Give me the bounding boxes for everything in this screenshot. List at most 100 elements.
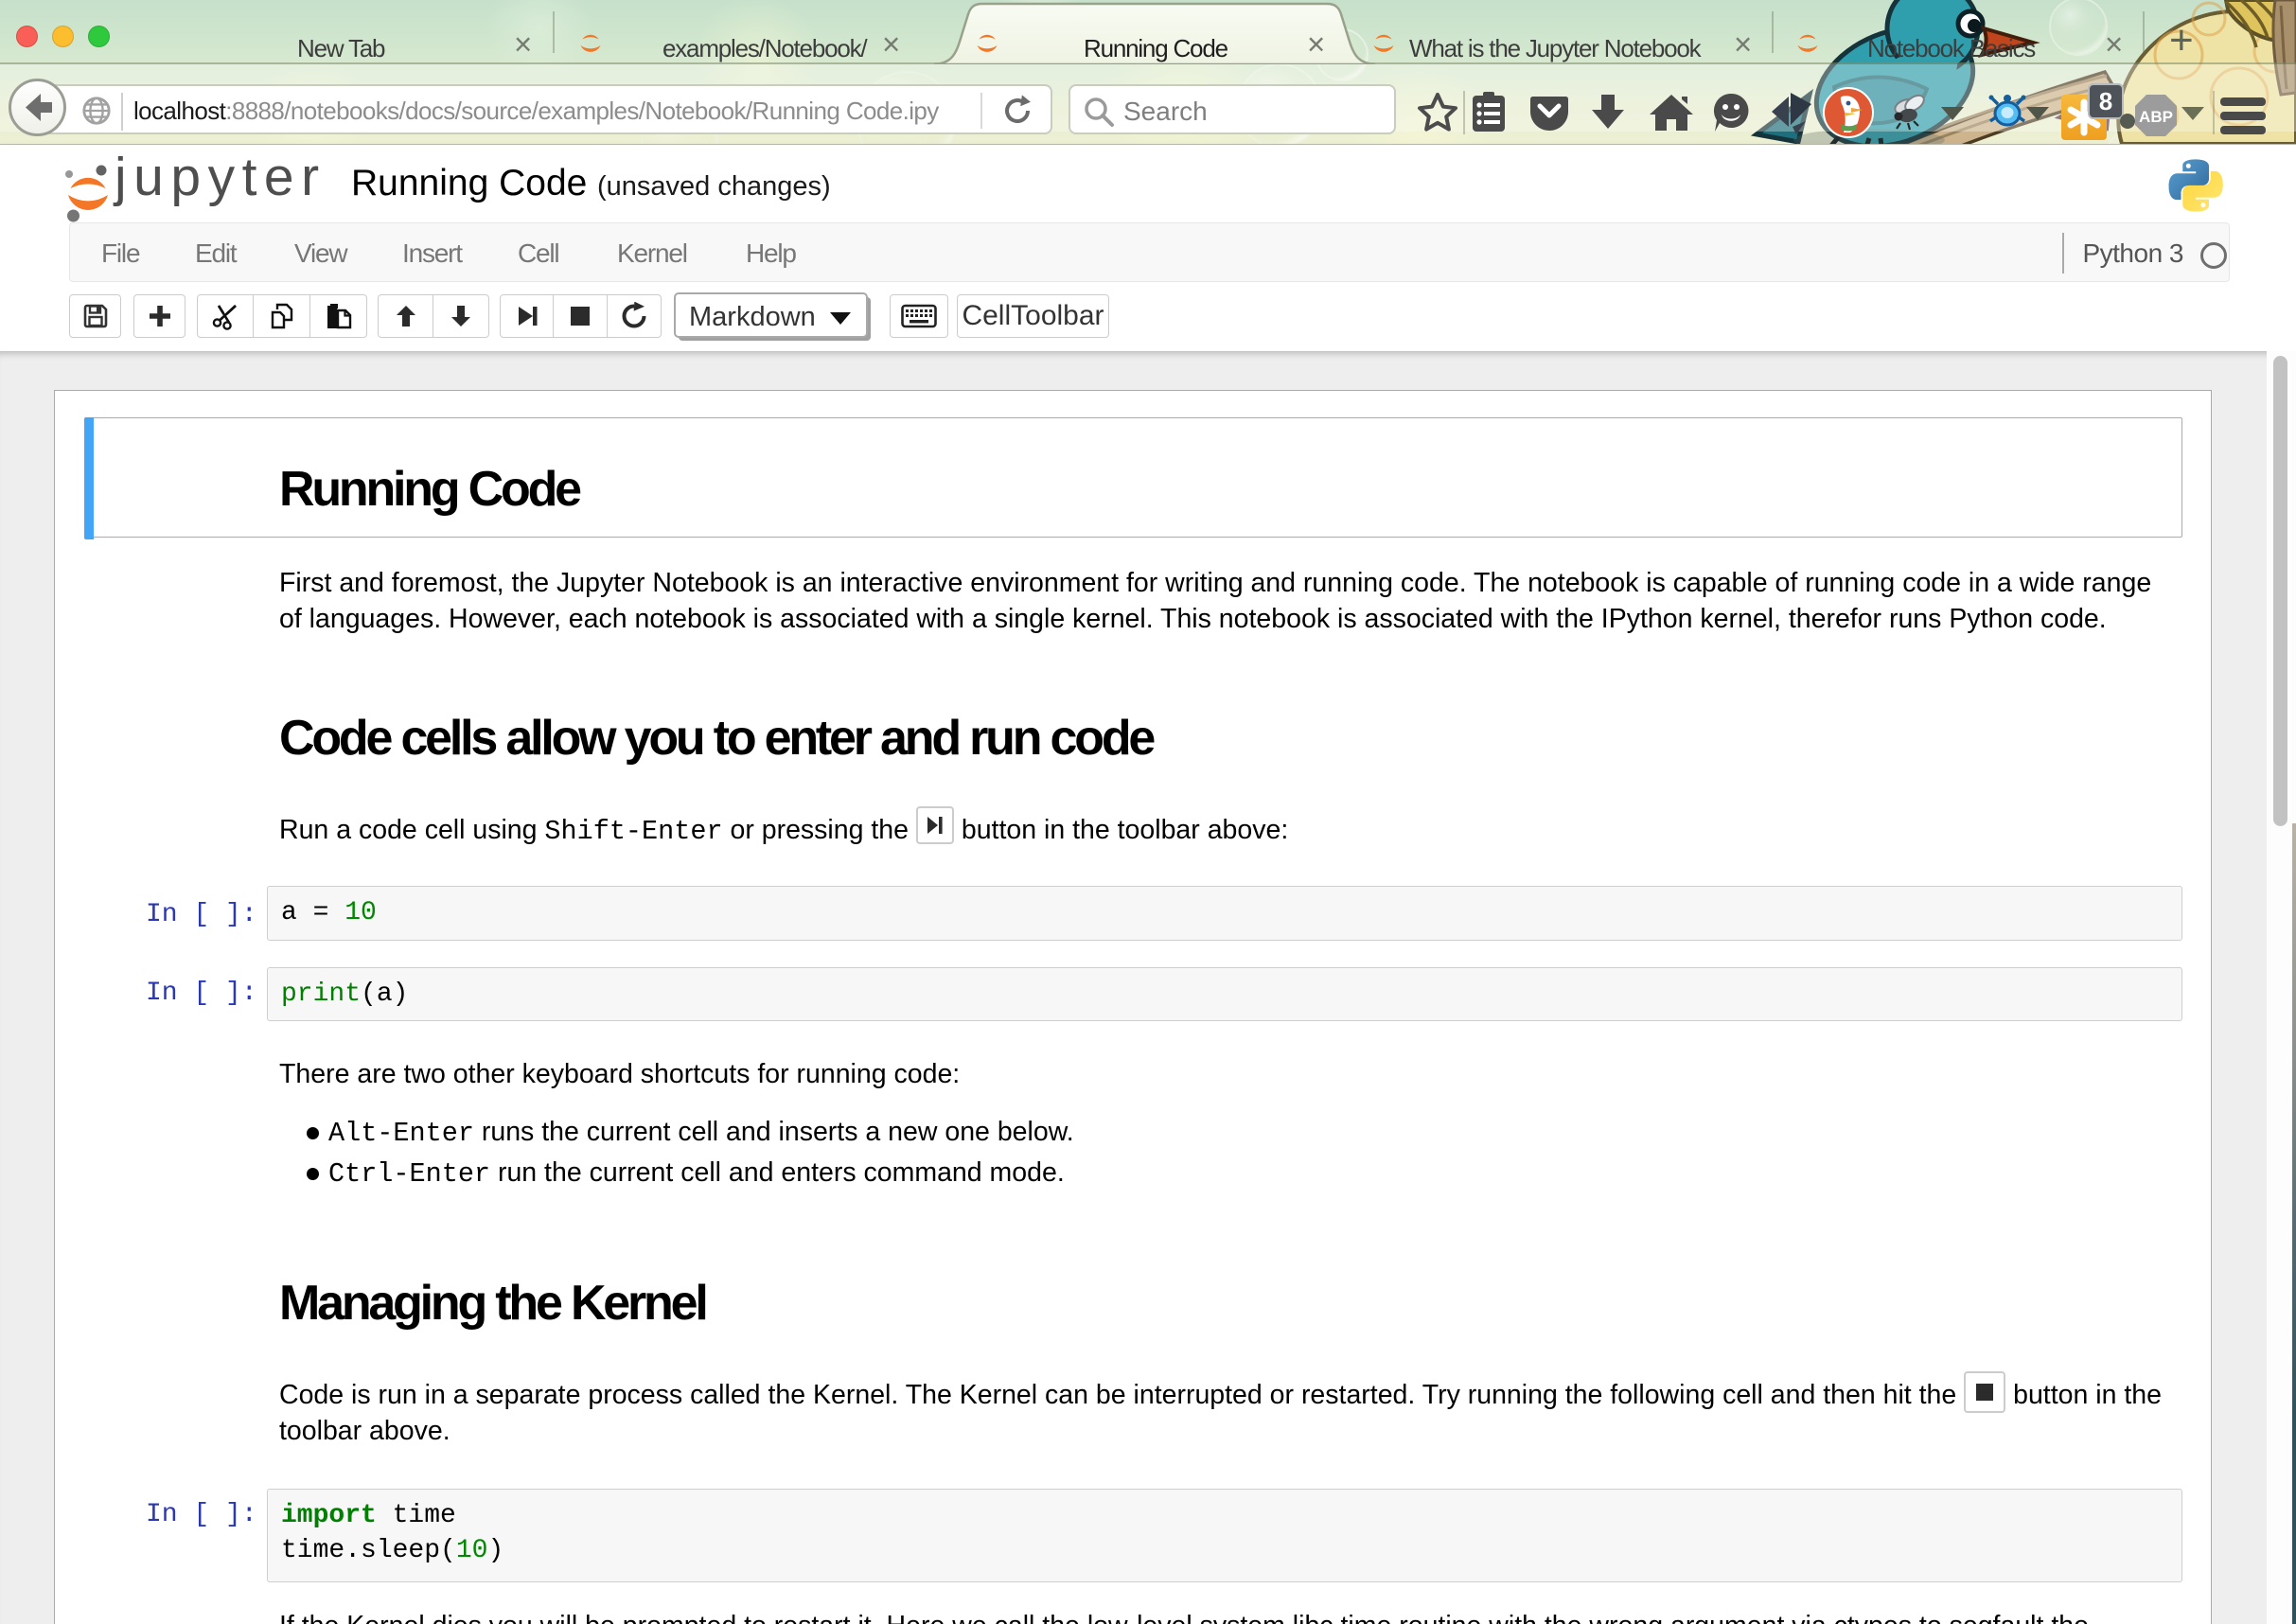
command-palette-button[interactable] <box>890 294 948 338</box>
send-tab-icon[interactable] <box>1764 87 1817 136</box>
code-cell-input[interactable]: import time time.sleep(10) <box>267 1489 2182 1582</box>
tab-new-tab[interactable]: New Tab × <box>142 0 539 62</box>
tab-title: Running Code <box>1084 34 1227 63</box>
tab-close-icon[interactable]: × <box>1734 26 1752 62</box>
tab-close-icon[interactable]: × <box>2105 26 2123 62</box>
cut-button[interactable] <box>197 294 254 338</box>
insert-cell-button[interactable] <box>133 294 185 338</box>
menu-insert[interactable]: Insert <box>402 238 462 269</box>
save-button[interactable] <box>69 294 121 338</box>
duckduckgo-icon[interactable] <box>1822 86 1875 139</box>
move-down-button[interactable] <box>433 294 489 338</box>
dropdown-caret-icon[interactable] <box>2179 104 2207 123</box>
markdown-paragraph[interactable]: First and foremost, the Jupyter Notebook… <box>279 566 2172 637</box>
inline-stop-button-image <box>1964 1371 2005 1413</box>
scrollbar-thumb[interactable] <box>2273 356 2287 826</box>
menu-edit[interactable]: Edit <box>195 238 236 269</box>
notebook-scroll-area[interactable]: Running Code First and foremost, the Jup… <box>0 351 2296 1624</box>
reading-list-icon[interactable] <box>1465 89 1512 136</box>
window-zoom-button[interactable] <box>88 26 110 47</box>
dropdown-caret-icon[interactable] <box>1938 104 1967 123</box>
download-icon[interactable] <box>1584 89 1632 136</box>
back-button[interactable] <box>9 79 66 136</box>
notebook-h2[interactable]: Code cells allow you to enter and run co… <box>279 714 1153 763</box>
code-line: import time <box>281 1501 456 1530</box>
jupyter-logo-icon[interactable] <box>57 156 123 228</box>
menu-kernel[interactable]: Kernel <box>617 238 687 269</box>
cell-type-select[interactable]: Markdown <box>674 292 868 338</box>
text-run: button in the toolbar above: <box>954 815 1288 845</box>
markdown-paragraph[interactable]: Run a code cell using Shift-Enter or pre… <box>279 812 2191 850</box>
tab-running-code-active[interactable]: Running Code × <box>932 2 1377 64</box>
menu-hamburger-icon[interactable] <box>2220 97 2266 137</box>
reload-separator <box>980 93 982 129</box>
url-text[interactable]: localhost:8888/notebooks/docs/source/exa… <box>133 97 939 126</box>
copy-button[interactable] <box>254 294 310 338</box>
search-bar[interactable]: Search <box>1069 84 1396 134</box>
new-tab-button[interactable]: + <box>2169 17 2194 64</box>
tab-close-icon[interactable]: × <box>514 26 532 62</box>
menu-help[interactable]: Help <box>746 238 796 269</box>
logo-row: jupyter Running Code (unsaved changes) <box>0 145 2296 222</box>
run-group <box>500 294 662 338</box>
selected-markdown-cell[interactable]: Running Code <box>84 417 2182 538</box>
bullet-dot <box>307 1127 319 1139</box>
markdown-paragraph[interactable]: There are two other keyboard shortcuts f… <box>279 1057 2172 1093</box>
markdown-paragraph[interactable]: If the Kernel dies you will be prompted … <box>279 1609 2200 1624</box>
notebook-title[interactable]: Running Code <box>351 165 587 202</box>
run-button[interactable] <box>500 294 554 338</box>
paste-button[interactable] <box>310 294 367 338</box>
celltoolbar-label: CellToolbar <box>962 300 1104 332</box>
celltoolbar-button[interactable]: CellToolbar <box>957 294 1109 338</box>
save-icon <box>82 303 109 329</box>
list-item: Alt-Enter runs the current cell and inse… <box>328 1117 1074 1149</box>
inline-code: Alt-Enter <box>328 1118 474 1149</box>
globe-icon <box>81 96 112 126</box>
tab-close-icon[interactable]: × <box>882 26 900 62</box>
reload-icon[interactable] <box>1000 94 1034 128</box>
tab-examples-notebook[interactable]: examples/Notebook/ × <box>560 0 912 62</box>
menu-view[interactable]: View <box>294 238 346 269</box>
home-icon[interactable] <box>1647 89 1696 136</box>
kernel-idle-icon <box>2200 242 2227 269</box>
move-up-button[interactable] <box>378 294 433 338</box>
notebook-toolbar: Markdown CellToolbar <box>0 282 2296 351</box>
menu-cell[interactable]: Cell <box>518 238 558 269</box>
notebook-h2[interactable]: Managing the Kernel <box>279 1279 706 1328</box>
chat-smiley-icon[interactable] <box>1707 89 1755 136</box>
fly-addon-icon[interactable] <box>1885 87 1934 136</box>
stop-button[interactable] <box>554 294 608 338</box>
code-cell-input[interactable]: print(a) <box>267 967 2182 1021</box>
url-path: :8888/notebooks/docs/source/examples/Not… <box>225 97 938 125</box>
browser-chrome: New Tab × examples/Notebook/ × <box>0 0 2296 144</box>
jupyter-favicon <box>1793 27 1823 58</box>
jupyter-logo-text[interactable]: jupyter <box>115 150 327 204</box>
tab-bar: New Tab × examples/Notebook/ × <box>0 0 2296 64</box>
jupyter-page: jupyter Running Code (unsaved changes) F… <box>0 144 2296 1624</box>
window-minimize-button[interactable] <box>52 26 74 47</box>
urlbar-separator <box>121 93 123 131</box>
tab-title: Notebook Basics <box>1867 34 2035 63</box>
notebook-container: Running Code First and foremost, the Jup… <box>54 390 2212 1624</box>
tab-title: New Tab <box>297 34 384 63</box>
markdown-paragraph[interactable]: Code is run in a separate process called… <box>279 1378 2200 1449</box>
menu-file[interactable]: File <box>101 238 139 269</box>
dropdown-caret-icon[interactable] <box>2023 104 2052 123</box>
kernel-name: Python 3 <box>2082 238 2183 269</box>
url-bar[interactable]: localhost:8888/notebooks/docs/source/exa… <box>38 84 1052 134</box>
tab-notebook-basics[interactable]: Notebook Basics × <box>1779 0 2131 62</box>
tab-close-icon[interactable]: × <box>1307 26 1325 62</box>
code-cell-input[interactable]: a = 10 <box>267 886 2182 941</box>
paste-icon <box>325 302 353 330</box>
select-arrow-icon <box>830 312 851 325</box>
pocket-icon[interactable] <box>1526 89 1573 136</box>
restart-kernel-button[interactable] <box>608 294 662 338</box>
input-prompt: In [ ]: <box>146 979 257 1008</box>
adblock-plus-icon[interactable]: ABP <box>2131 91 2181 140</box>
window-close-button[interactable] <box>16 26 38 47</box>
step-forward-icon <box>514 303 540 329</box>
addon-badge: 8 <box>2088 83 2124 119</box>
bookmark-star-icon[interactable] <box>1414 89 1461 136</box>
tab-what-is-jupyter[interactable]: What is the Jupyter Notebook × <box>1369 0 1773 62</box>
text-run: or pressing the <box>723 815 916 845</box>
